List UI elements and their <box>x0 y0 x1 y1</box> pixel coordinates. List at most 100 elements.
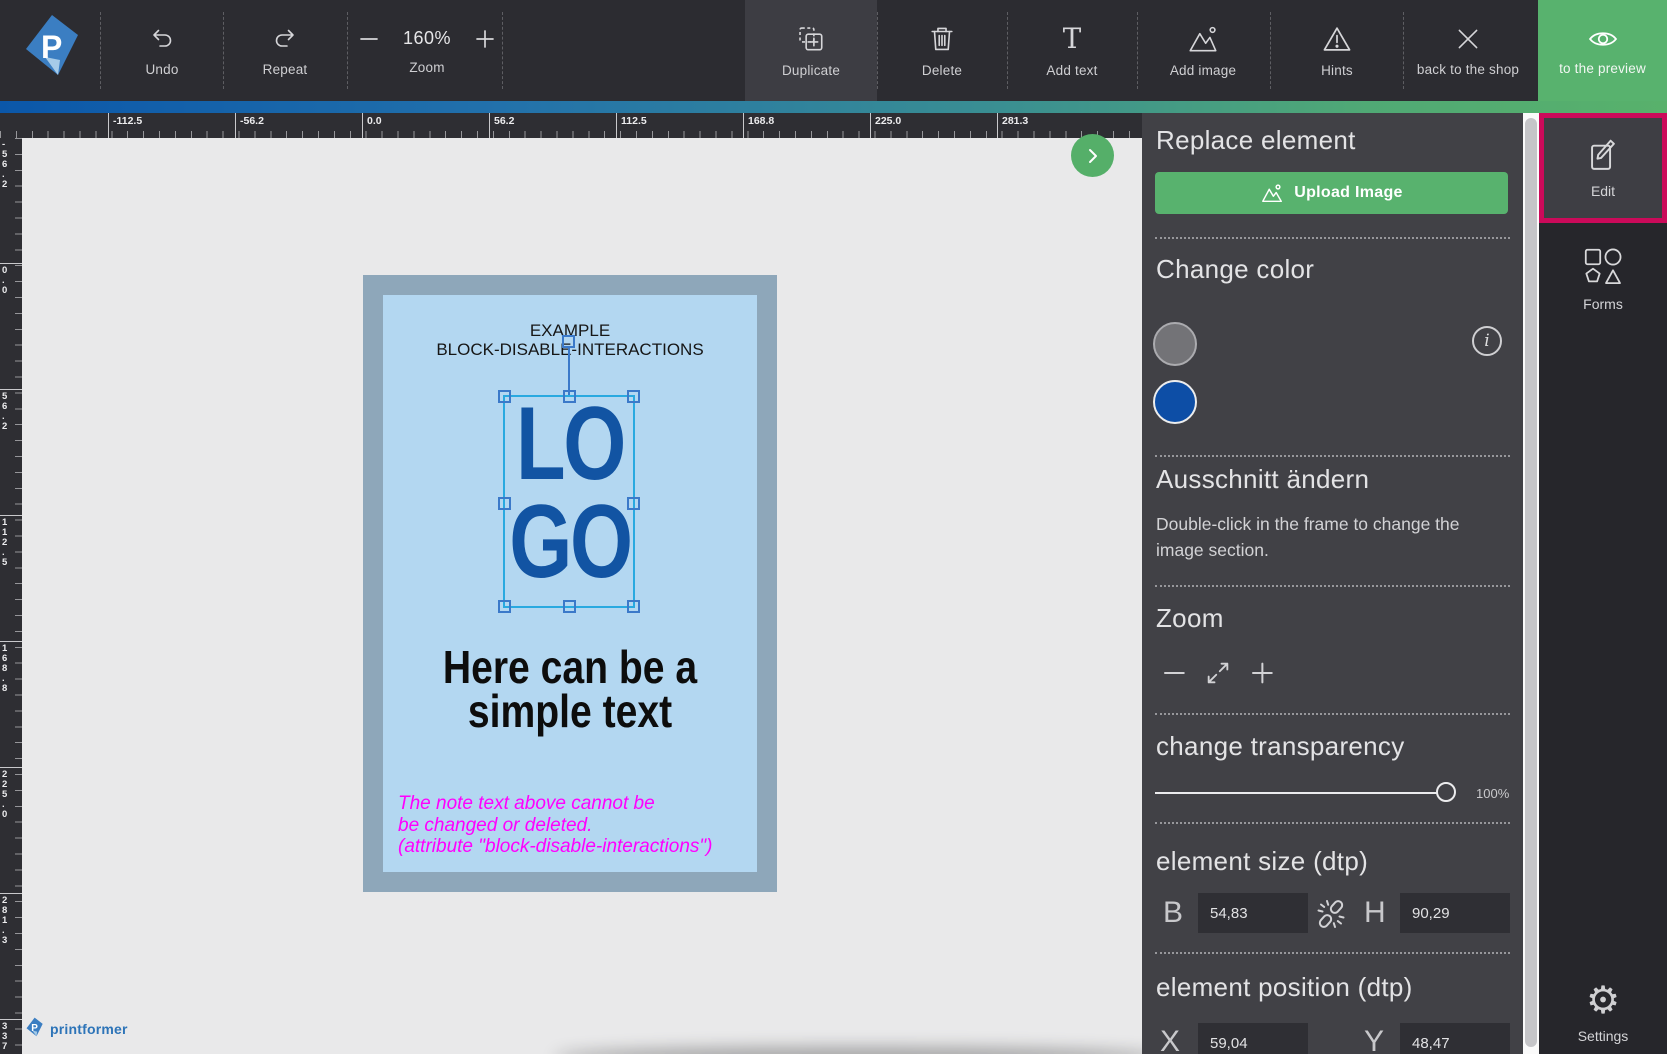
element-position-title: element position (dtp) <box>1156 972 1413 1003</box>
upload-image-label: Upload Image <box>1294 184 1403 202</box>
footer-brand-label: printformer <box>50 1021 128 1037</box>
element-size-title: element size (dtp) <box>1156 846 1368 877</box>
delete-button[interactable]: Delete <box>892 0 992 101</box>
panel-zoom-in-icon[interactable] <box>1248 658 1278 688</box>
repeat-label: Repeat <box>263 62 308 77</box>
simple-text-element[interactable]: Here can be a simple text <box>411 645 729 733</box>
selection-handle-se[interactable] <box>627 600 640 613</box>
ruler-major-tick <box>235 113 236 138</box>
toolbar-separator <box>877 12 878 89</box>
ruler-major-tick <box>0 893 22 894</box>
close-icon <box>1454 25 1482 53</box>
to-preview-button[interactable]: to the preview <box>1538 0 1667 101</box>
sidebar-item-settings[interactable]: ⚙ Settings <box>1539 981 1667 1051</box>
panel-scrollbar-thumb[interactable] <box>1525 118 1537 1047</box>
ruler-label: - 5 6 . 2 <box>0 140 22 190</box>
note-line3: (attribute "block-disable-interactions") <box>398 836 738 858</box>
ruler-major-tick <box>0 641 22 642</box>
undo-button[interactable]: Undo <box>112 0 212 101</box>
ruler-major-tick <box>616 113 617 138</box>
back-to-shop-button[interactable]: back to the shop <box>1398 0 1538 101</box>
back-to-shop-label: back to the shop <box>1417 62 1519 77</box>
vertical-ruler: - 5 6 . 20 . 05 6 . 21 1 2 . 51 6 8 . 82… <box>0 138 22 1054</box>
selection-handle-e[interactable] <box>627 497 640 510</box>
text-icon: T <box>1057 24 1087 54</box>
zoom-out-icon[interactable] <box>357 27 381 51</box>
height-field-label: H <box>1364 896 1386 930</box>
sidebar-item-forms[interactable]: Forms <box>1539 223 1667 335</box>
footer-brand[interactable]: P printformer <box>24 1017 128 1040</box>
zoom-in-icon[interactable] <box>473 27 497 51</box>
x-field-label: X <box>1160 1025 1180 1054</box>
ruler-major-tick <box>0 515 22 516</box>
duplicate-button[interactable]: Duplicate <box>745 0 877 101</box>
sidebar-edit-label: Edit <box>1591 183 1615 199</box>
selection-handle-s[interactable] <box>563 600 576 613</box>
ruler-major-tick <box>0 767 22 768</box>
info-icon[interactable]: i <box>1472 326 1502 356</box>
section-separator <box>1155 585 1510 587</box>
selection-handle-nw[interactable] <box>498 390 511 403</box>
body-line2: simple text <box>411 689 729 733</box>
hints-button[interactable]: Hints <box>1287 0 1387 101</box>
ruler-major-tick <box>0 389 22 390</box>
width-input[interactable] <box>1198 893 1308 933</box>
undo-label: Undo <box>145 62 178 77</box>
panel-zoom-title: Zoom <box>1156 603 1224 634</box>
ruler-major-tick <box>0 263 22 264</box>
zoom-control: 160% Zoom <box>352 0 502 101</box>
section-separator <box>1155 237 1510 239</box>
note-line2: be changed or deleted. <box>398 815 738 837</box>
image-icon <box>1186 24 1220 54</box>
ruler-label: 56.2 <box>494 115 514 127</box>
repeat-button[interactable]: Repeat <box>235 0 335 101</box>
selection-box[interactable] <box>503 395 635 608</box>
section-separator <box>1155 713 1510 715</box>
rotation-handle[interactable] <box>562 335 575 348</box>
x-position-input[interactable] <box>1198 1023 1308 1054</box>
panel-collapse-button[interactable] <box>1071 134 1114 177</box>
ruler-label: 281.3 <box>1002 115 1028 127</box>
options-panel: Replace element Upload Image Change colo… <box>1142 113 1523 1054</box>
zoom-value: 160% <box>403 28 451 49</box>
add-text-button[interactable]: T Add text <box>1022 0 1122 101</box>
transparency-slider-track[interactable] <box>1155 792 1450 794</box>
selection-handle-w[interactable] <box>498 497 511 510</box>
ruler-label: 2 2 5 . 0 <box>0 770 22 820</box>
panel-zoom-out-icon[interactable] <box>1160 658 1190 688</box>
sidebar-item-edit[interactable]: Edit <box>1539 113 1667 223</box>
color-swatch-blue[interactable] <box>1153 380 1197 424</box>
add-image-button[interactable]: Add image <box>1153 0 1253 101</box>
delete-label: Delete <box>922 63 962 78</box>
unlink-icon[interactable] <box>1314 897 1348 931</box>
selection-handle-ne[interactable] <box>627 390 640 403</box>
y-position-input[interactable] <box>1400 1023 1510 1054</box>
section-separator <box>1155 455 1510 457</box>
height-input[interactable] <box>1400 893 1510 933</box>
eye-icon <box>1586 26 1620 52</box>
chevron-right-icon <box>1086 147 1100 165</box>
upload-image-button[interactable]: Upload Image <box>1155 172 1508 214</box>
horizontal-ruler: -112.5-56.20.056.2112.5168.8225.0281.3 <box>0 113 1142 138</box>
selection-handle-sw[interactable] <box>498 600 511 613</box>
body-line1: Here can be a <box>411 645 729 689</box>
ruler-major-tick <box>997 113 998 138</box>
printformer-logo[interactable]: P <box>18 13 82 87</box>
to-preview-label: to the preview <box>1559 61 1646 76</box>
note-line1: The note text above cannot be <box>398 793 738 815</box>
change-color-title: Change color <box>1156 254 1314 285</box>
horizontal-ruler-minor-ticks <box>0 131 1142 138</box>
selection-handle-n[interactable] <box>563 390 576 403</box>
width-field-label: B <box>1163 896 1183 930</box>
panel-zoom-fit-icon[interactable] <box>1204 658 1232 688</box>
color-swatch-gray[interactable] <box>1153 322 1197 366</box>
ruler-major-tick <box>108 113 109 138</box>
duplicate-label: Duplicate <box>782 63 840 78</box>
transparency-slider-thumb[interactable] <box>1436 782 1456 802</box>
svg-text:P: P <box>41 29 62 65</box>
ruler-label: -112.5 <box>113 115 142 127</box>
design-canvas[interactable]: EXAMPLE BLOCK-DISABLE-INTERACTIONS LO GO… <box>22 138 1142 1054</box>
sidebar-forms-label: Forms <box>1583 296 1623 312</box>
ruler-label: 0 . 0 <box>0 266 22 296</box>
transparency-title: change transparency <box>1156 731 1405 762</box>
